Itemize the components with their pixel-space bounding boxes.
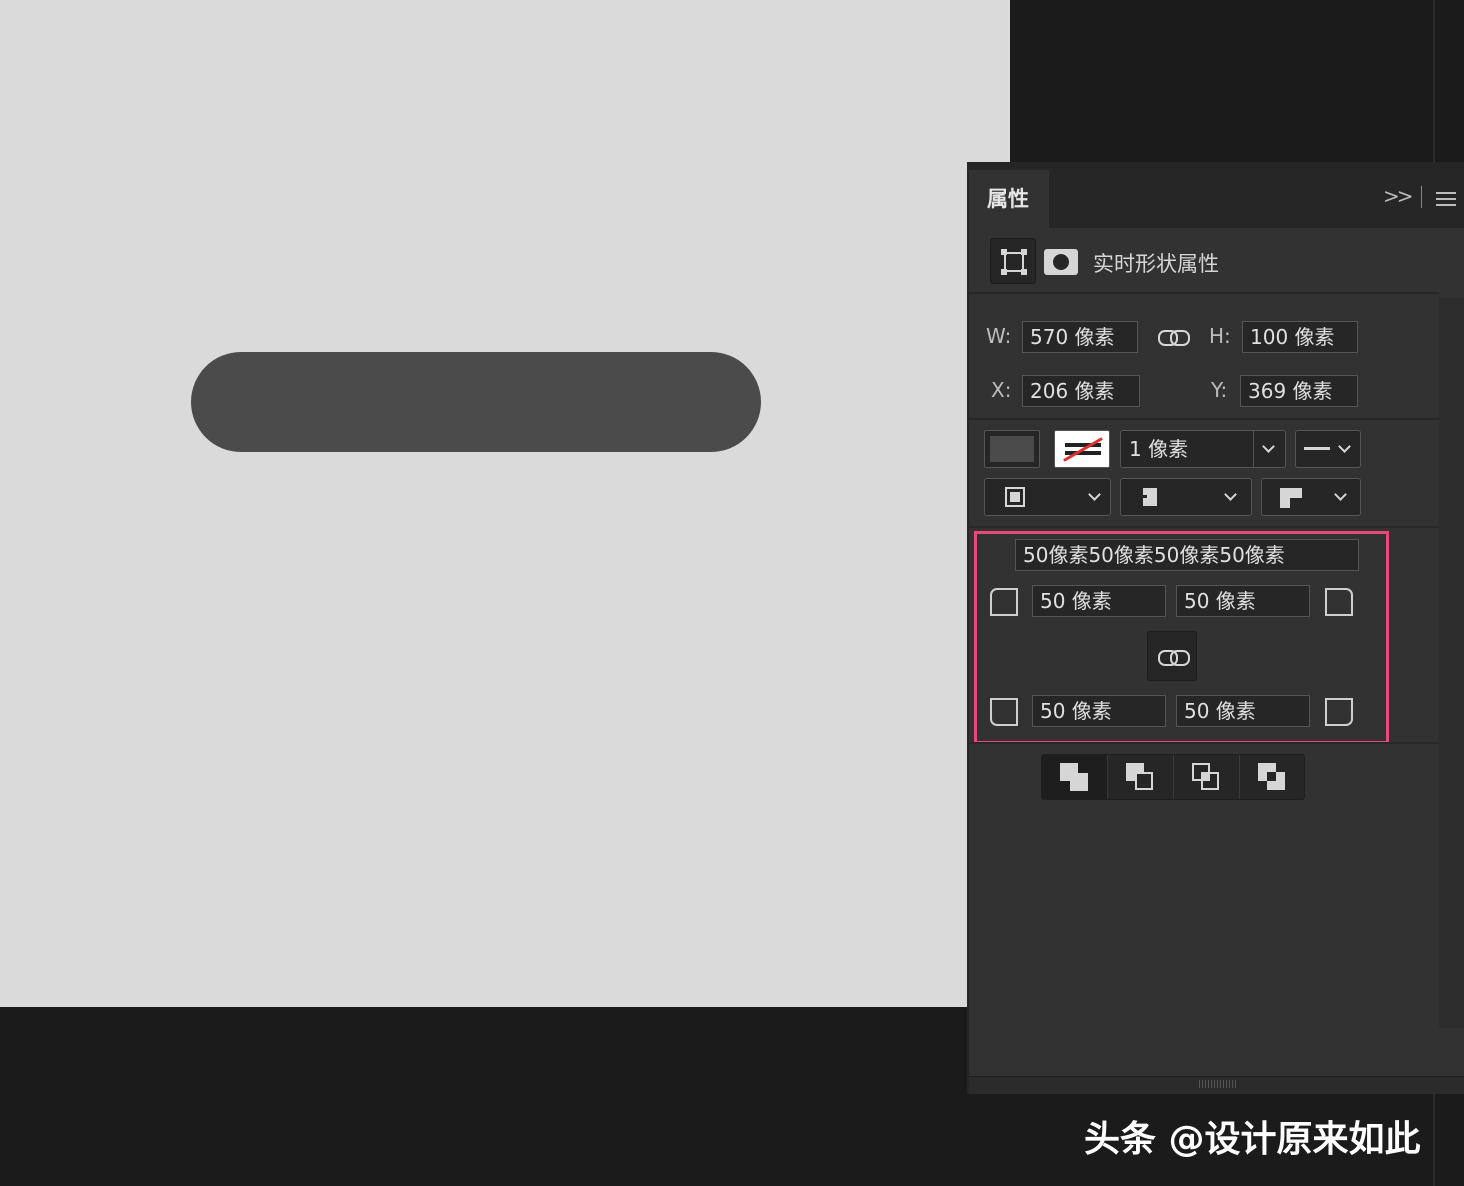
chevron-down-icon (1224, 488, 1237, 501)
top-right-corner-icon (1325, 588, 1353, 616)
stroke-color-swatch[interactable] (1054, 430, 1110, 468)
intersect-shapes-button[interactable] (1174, 755, 1240, 799)
intersect-shapes-icon-core (1203, 774, 1210, 781)
top-right-radius-input[interactable]: 50 像素 (1176, 585, 1310, 617)
chevron-down-icon (1262, 440, 1275, 453)
section-title: 实时形状属性 (1093, 252, 1219, 276)
height-label: H: (1209, 324, 1231, 348)
panel-edge (1433, 1094, 1435, 1186)
handle (1021, 249, 1027, 255)
exclude-overlap-icon-hole (1267, 772, 1276, 781)
tab-properties[interactable]: 属性 (969, 170, 1049, 228)
top-left-radius-input[interactable]: 50 像素 (1032, 585, 1166, 617)
subtract-front-icon-part (1135, 772, 1153, 790)
divider (969, 292, 1439, 294)
width-label: W: (986, 324, 1012, 348)
combine-shapes-icon-part (1070, 773, 1088, 791)
height-input[interactable]: 100 像素 (1242, 321, 1358, 353)
bottom-right-radius-input[interactable]: 50 像素 (1176, 695, 1310, 727)
combine-shapes-button[interactable] (1042, 755, 1108, 799)
shape-transform-button[interactable] (990, 238, 1036, 284)
line-cap-dropdown[interactable] (1120, 478, 1252, 516)
divider (969, 418, 1439, 420)
panel-edge (1433, 0, 1435, 162)
bottom-left-corner-icon (990, 698, 1018, 726)
line-join-dropdown[interactable] (1261, 478, 1361, 516)
divider (1253, 431, 1254, 467)
stroke-type-dropdown[interactable] (1295, 430, 1361, 468)
y-label: Y: (1211, 378, 1228, 402)
align-inside-icon-core (1010, 492, 1020, 502)
panel-resize-grip[interactable] (969, 1076, 1464, 1094)
stroke-width-dropdown[interactable]: 1 像素 (1120, 430, 1286, 468)
width-input[interactable]: 570 像素 (1022, 321, 1138, 353)
stroke-width-value: 1 像素 (1129, 437, 1189, 461)
handle (1021, 269, 1027, 275)
all-corners-radius-input[interactable]: 50像素50像素50像素50像素 (1015, 539, 1359, 571)
x-input[interactable]: 206 像素 (1022, 375, 1140, 407)
handle (1001, 249, 1007, 255)
mask-icon[interactable] (1044, 249, 1078, 275)
chevron-down-icon (1338, 440, 1351, 453)
watermark: 头条 @设计原来如此 (1084, 1119, 1421, 1160)
bottom-right-corner-icon (1325, 698, 1353, 726)
chevron-down-icon (1334, 488, 1347, 501)
line-join-icon-cut (1290, 498, 1302, 508)
chevron-down-icon (1088, 488, 1101, 501)
link-radii-button[interactable] (1147, 631, 1197, 681)
handle (1001, 269, 1007, 275)
divider (969, 526, 1439, 528)
document-canvas[interactable] (0, 0, 1010, 1007)
bottom-left-radius-input[interactable]: 50 像素 (1032, 695, 1166, 727)
rounded-rectangle-shape[interactable] (191, 352, 761, 452)
solid-line-icon (1304, 447, 1330, 450)
top-left-corner-icon (990, 588, 1018, 616)
divider (1421, 186, 1422, 208)
link-icon (1158, 650, 1190, 666)
exclude-overlap-button[interactable] (1240, 755, 1306, 799)
link-icon[interactable] (1158, 330, 1190, 346)
subtract-front-button[interactable] (1108, 755, 1174, 799)
y-input[interactable]: 369 像素 (1240, 375, 1358, 407)
hamburger-menu-icon[interactable] (1436, 192, 1456, 206)
double-chevron-right-icon[interactable]: >> (1383, 184, 1413, 208)
scrollbar[interactable] (1439, 298, 1464, 1028)
line-cap-icon-notch (1139, 495, 1147, 498)
stroke-align-dropdown[interactable] (984, 478, 1111, 516)
divider (969, 742, 1439, 744)
properties-panel: 属性 >> 实时形状属性 W: 570 像素 H: 100 像素 X: 206 … (967, 162, 1464, 1094)
panel-tab-bar: 属性 >> (969, 164, 1464, 228)
fill-color-swatch[interactable] (984, 430, 1040, 468)
x-label: X: (991, 378, 1012, 402)
path-operations-group (1041, 754, 1305, 800)
